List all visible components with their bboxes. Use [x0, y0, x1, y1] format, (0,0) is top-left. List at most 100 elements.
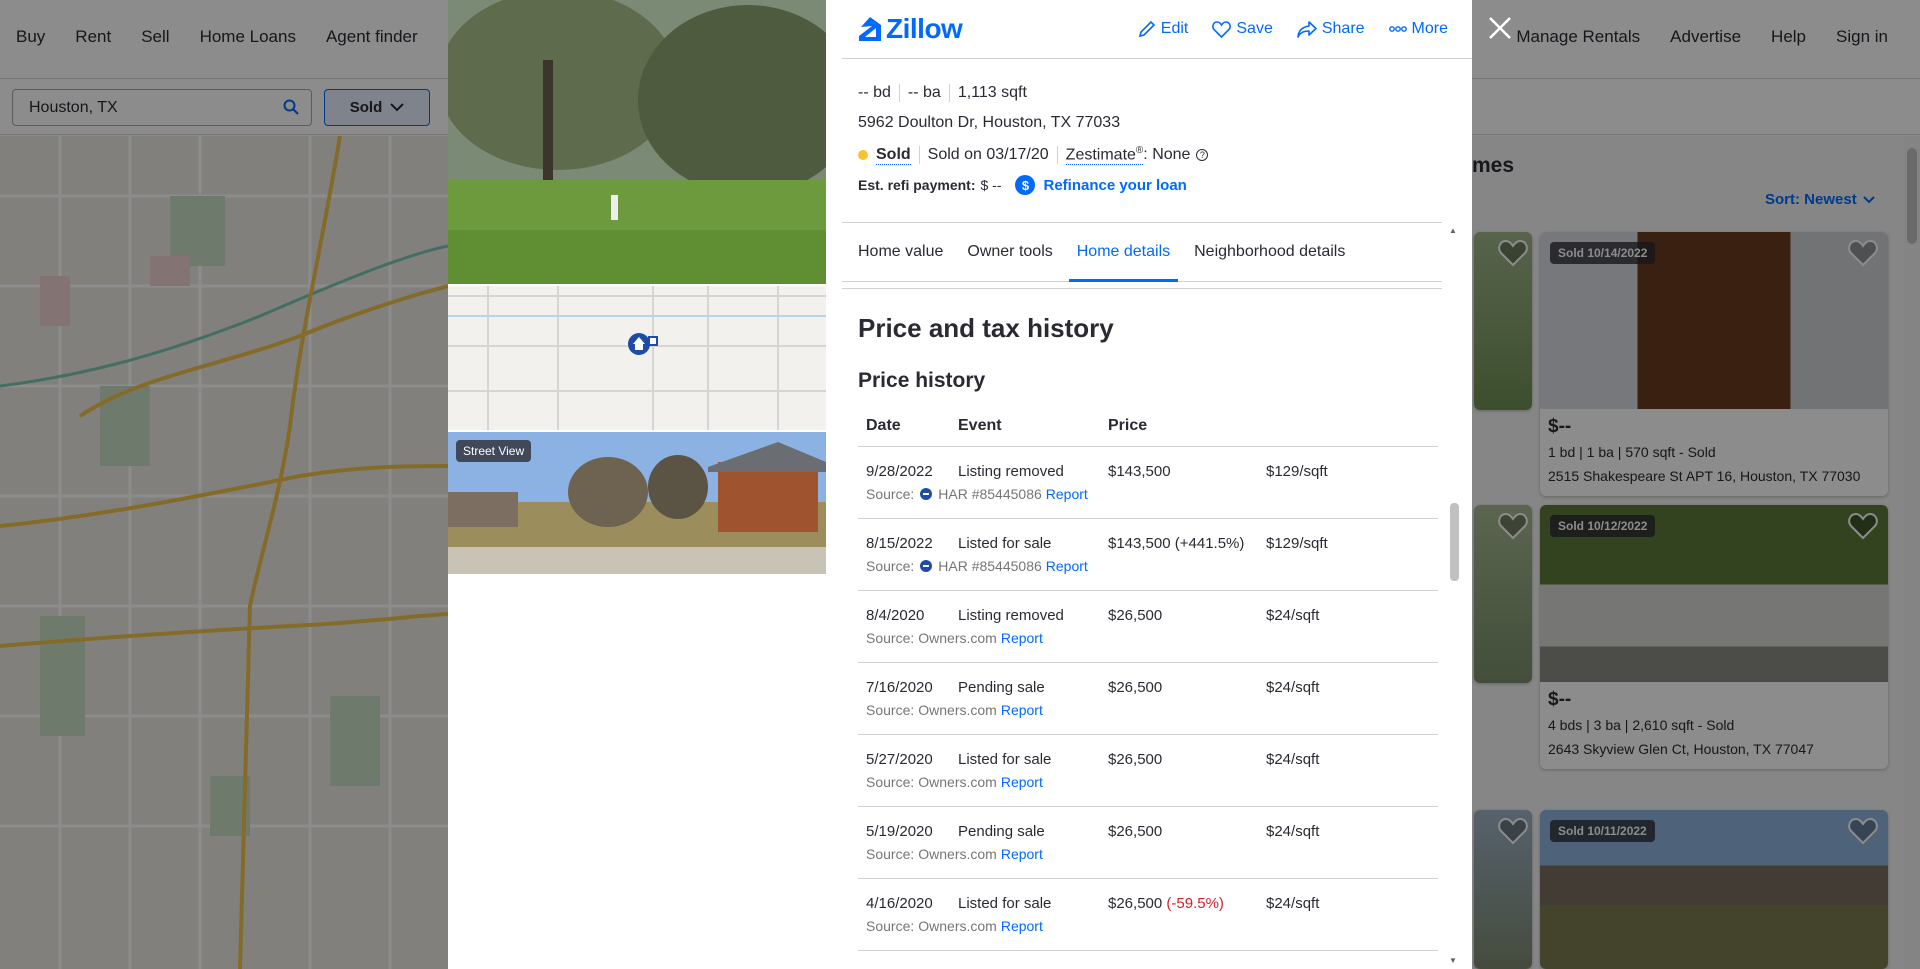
row-price-change: (-59.5%) — [1166, 895, 1224, 912]
source-name: Owners.com — [918, 702, 997, 718]
details-scrollbar-thumb[interactable] — [1450, 503, 1459, 581]
more-dots-icon — [1388, 26, 1407, 32]
report-link[interactable]: Report — [1046, 558, 1088, 574]
section-title: Price and tax history — [858, 313, 1114, 343]
row-source: Source: Owners.com Report — [858, 630, 1438, 646]
table-row: 5/27/2020 Listed for sale $26,500 $24/sqft… — [858, 735, 1438, 807]
column-price: Price — [1108, 416, 1148, 434]
edit-label: Edit — [1160, 20, 1189, 37]
zillow-logo[interactable]: Zillow — [858, 13, 963, 45]
tab-owner-tools[interactable]: Owner tools — [959, 223, 1060, 281]
pencil-icon — [1138, 20, 1155, 38]
property-photo[interactable] — [448, 0, 826, 284]
beds-value: -- bd — [858, 84, 891, 101]
row-price: $26,500 — [1108, 679, 1266, 696]
row-per-sqft: $24/sqft — [1266, 607, 1320, 624]
row-price: $26,500 — [1108, 823, 1266, 840]
source-prefix: Source: — [866, 558, 915, 574]
har-logo-icon — [920, 488, 933, 500]
source-name: HAR #85445086 — [938, 486, 1042, 502]
property-address: 5962 Doulton Dr, Houston, TX 77033 — [858, 114, 1121, 131]
source-prefix: Source: — [866, 702, 915, 718]
tab-home-value[interactable]: Home value — [850, 223, 951, 281]
row-price: $26,500 — [1108, 751, 1266, 768]
location-map-thumbnail[interactable] — [448, 286, 826, 430]
row-event: Listed for sale — [958, 751, 1052, 768]
row-price-value: $26,500 — [1108, 751, 1163, 768]
more-button[interactable]: More — [1388, 20, 1448, 38]
row-price: $26,500 (-59.5%) — [1108, 895, 1266, 912]
report-link[interactable]: Report — [1046, 486, 1088, 502]
sold-date: Sold on 03/17/20 — [927, 146, 1049, 164]
zestimate-label[interactable]: Zestimate® — [1065, 145, 1144, 166]
price-history-table: Date Event Price 9/28/2022 Listing remove… — [858, 405, 1438, 951]
sqft-value: 1,113 sqft — [957, 84, 1027, 101]
report-link[interactable]: Report — [1001, 918, 1043, 934]
property-photo-graphic — [448, 0, 826, 284]
status-badge[interactable]: Sold — [876, 146, 911, 165]
source-prefix: Source: — [866, 918, 915, 934]
row-date: 5/19/2020 — [866, 823, 933, 840]
report-link[interactable]: Report — [1001, 702, 1043, 718]
share-button[interactable]: Share — [1297, 20, 1365, 38]
save-button[interactable]: Save — [1212, 20, 1273, 38]
logo-text: Zillow — [886, 13, 963, 44]
table-row: 9/28/2022 Listing removed $143,500 $129/sq… — [858, 447, 1438, 519]
refi-label: Est. refi payment: — [858, 177, 976, 194]
report-link[interactable]: Report — [1001, 774, 1043, 790]
source-prefix: Source: — [866, 846, 915, 862]
zestimate-label-text: Zestimate — [1065, 146, 1136, 164]
details-column: Zillow Edit Save Share More -- bd -- ba … — [842, 0, 1472, 969]
scroll-up-icon[interactable]: ▲ — [1449, 226, 1457, 235]
row-date: 8/4/2020 — [866, 607, 925, 624]
har-logo-icon — [920, 560, 933, 572]
source-name: Owners.com — [918, 846, 997, 862]
row-event: Listing removed — [958, 463, 1064, 480]
row-per-sqft: $24/sqft — [1266, 751, 1320, 768]
table-row: 4/16/2020 Listed for sale $26,500 (-59.5%)… — [858, 879, 1438, 951]
table-body: 9/28/2022 Listing removed $143,500 $129/sq… — [858, 447, 1438, 951]
row-date: 7/16/2020 — [866, 679, 933, 696]
source-prefix: Source: — [866, 486, 915, 502]
details-content: Price and tax history Price history Date… — [842, 288, 1442, 969]
row-price-value: $26,500 — [1108, 607, 1163, 624]
row-per-sqft: $24/sqft — [1266, 895, 1320, 912]
row-per-sqft: $24/sqft — [1266, 679, 1320, 696]
row-main: 4/16/2020 Listed for sale $26,500 (-59.5%)… — [858, 895, 1438, 912]
row-date: 4/16/2020 — [866, 895, 933, 912]
header-actions: Edit Save Share More — [1138, 20, 1448, 38]
row-event: Pending sale — [958, 679, 1045, 696]
row-source: Source: Owners.com Report — [858, 702, 1438, 718]
report-link[interactable]: Report — [1001, 630, 1043, 646]
detail-tabs: Home value Owner tools Home details Neig… — [842, 222, 1442, 282]
row-event: Listing removed — [958, 607, 1064, 624]
street-view-thumbnail[interactable]: Street View — [448, 432, 826, 574]
help-icon[interactable]: ? — [1196, 149, 1209, 162]
tab-neighborhood-details[interactable]: Neighborhood details — [1186, 223, 1353, 281]
row-main: 8/15/2022 Listed for sale $143,500 (+441.5… — [858, 535, 1438, 552]
row-main: 8/4/2020 Listing removed $26,500 $24/sqft — [858, 607, 1438, 624]
refi-value: $ -- — [980, 177, 1002, 194]
row-main: 7/16/2020 Pending sale $26,500 $24/sqft — [858, 679, 1438, 696]
baths-value: -- ba — [907, 84, 941, 101]
details-scrollbar[interactable]: ▲ ▼ — [1446, 222, 1462, 969]
row-price-value: $143,500 — [1108, 463, 1171, 480]
row-price-value: $143,500 — [1108, 535, 1171, 552]
row-price-value: $26,500 — [1108, 895, 1163, 912]
edit-button[interactable]: Edit — [1138, 20, 1189, 38]
report-link[interactable]: Report — [1001, 846, 1043, 862]
source-name: Owners.com — [918, 774, 997, 790]
table-row: 8/15/2022 Listed for sale $143,500 (+441.5… — [858, 519, 1438, 591]
table-row: 5/19/2020 Pending sale $26,500 $24/sqft Sou… — [858, 807, 1438, 879]
modal-header: Zillow Edit Save Share More — [842, 0, 1472, 59]
row-event: Pending sale — [958, 823, 1045, 840]
scroll-down-icon[interactable]: ▼ — [1449, 956, 1457, 965]
row-main: 5/27/2020 Listed for sale $26,500 $24/sqft — [858, 751, 1438, 768]
close-icon[interactable] — [1486, 14, 1514, 42]
row-date: 9/28/2022 — [866, 463, 933, 480]
column-date: Date — [866, 416, 901, 434]
refinance-link[interactable]: Refinance your loan — [1043, 177, 1186, 194]
tab-home-details[interactable]: Home details — [1068, 223, 1179, 282]
dollar-icon: $ — [1015, 175, 1036, 196]
registered-mark: ® — [1135, 145, 1144, 156]
